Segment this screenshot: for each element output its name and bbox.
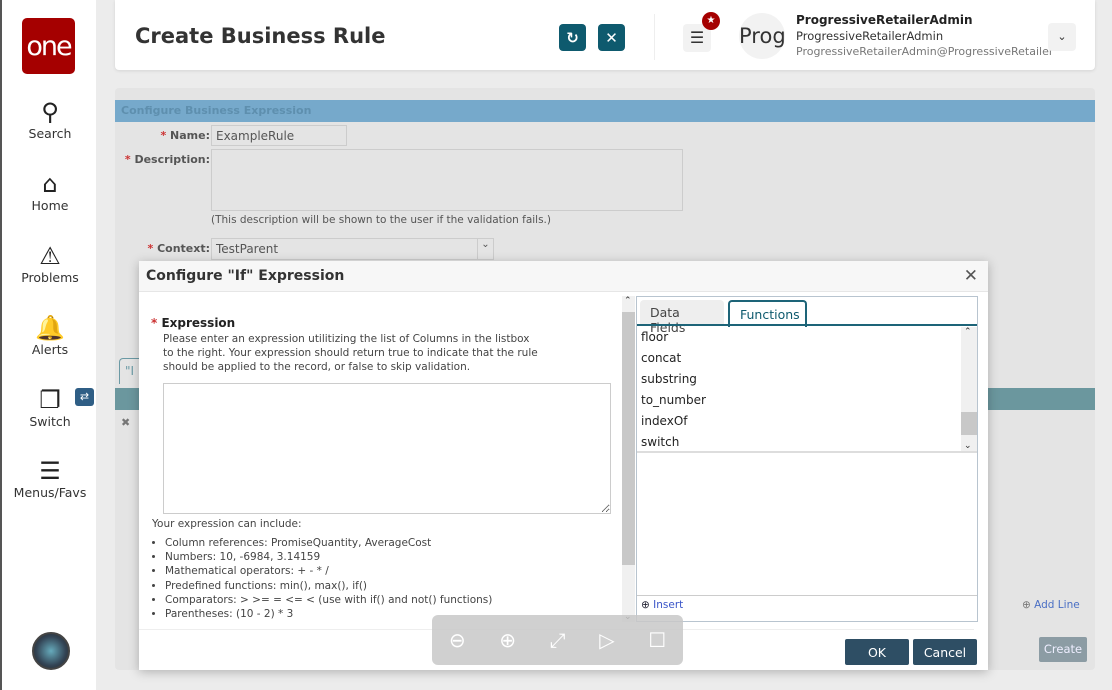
user-menu-dropdown[interactable]: ⌄ — [1048, 23, 1076, 51]
plus-circle-icon: ⊕ — [641, 599, 654, 611]
list-item[interactable]: substring — [641, 369, 697, 390]
close-button[interactable]: ✕ — [598, 24, 625, 51]
switch-badge-icon[interactable]: ⇄ — [75, 388, 94, 406]
name-label: * Name: — [160, 129, 210, 142]
insert-button[interactable]: ⊕ Insert — [641, 599, 683, 611]
sidebar-item-label: Alerts — [31, 342, 69, 357]
tab-if[interactable]: "I — [119, 358, 141, 384]
user-avatar-icon[interactable] — [32, 632, 70, 670]
tab-underline — [637, 324, 977, 326]
sidebar-item-label: Switch — [29, 414, 71, 429]
sidebar-item-menus[interactable]: ☰ Menus/Favs — [2, 457, 98, 500]
scrollbar-thumb[interactable] — [622, 312, 635, 565]
chevron-up-icon[interactable]: ⌃ — [624, 296, 632, 306]
refresh-button[interactable]: ↻ — [559, 24, 586, 51]
comment-icon[interactable]: ☐ — [648, 628, 666, 652]
expression-instructions: Please enter an expression utilitizing t… — [163, 333, 538, 373]
sidebar-item-alerts[interactable]: 🔔 Alerts — [2, 314, 98, 357]
search-icon: ⚲ — [41, 98, 59, 126]
list-item: Numbers: 10, -6984, 3.14159 — [165, 550, 492, 564]
description-label: * Description: — [124, 153, 210, 166]
list-item: Predefined functions: min(), max(), if() — [165, 579, 492, 593]
avatar-text: Prog — [739, 24, 785, 48]
sidebar-item-label: Search — [28, 126, 72, 141]
expression-label: * Expression — [151, 316, 236, 330]
zoom-out-icon[interactable]: ⊖ — [449, 628, 466, 652]
scrollbar-thumb[interactable] — [961, 412, 977, 435]
include-title: Your expression can include: — [152, 518, 302, 530]
header: Create Business Rule ↻ ✕ ☰ ★ Prog Progre… — [115, 0, 1095, 70]
sidebar-item-label: Home — [31, 198, 69, 213]
warning-icon: ⚠ — [39, 242, 61, 270]
bell-icon: 🔔 — [35, 314, 65, 342]
page-title: Create Business Rule — [135, 24, 386, 48]
zoom-in-icon[interactable]: ⊕ — [499, 628, 516, 652]
ok-button[interactable]: OK — [845, 639, 909, 665]
dialog-close-icon[interactable]: ✕ — [964, 266, 978, 286]
create-button[interactable]: Create — [1039, 637, 1087, 662]
divider — [654, 14, 655, 60]
menu-icon: ☰ — [689, 28, 705, 47]
list-item: Column references: PromiseQuantity, Aver… — [165, 536, 492, 550]
add-line-button[interactable]: ⊕ Add Line — [1022, 599, 1080, 611]
list-item: Mathematical operators: + - * / — [165, 564, 492, 578]
sidebar-item-label: Problems — [21, 270, 79, 285]
chevron-down-icon: ⌄ — [477, 239, 493, 259]
chevron-down-icon: ⌄ — [1057, 30, 1067, 43]
list-item[interactable]: concat — [641, 348, 681, 369]
sidebar: one ⚲ Search ⌂ Home ⚠ Problems 🔔 Alerts ❐ Swi… — [0, 0, 96, 690]
divider — [637, 595, 977, 596]
functions-scrollbar[interactable]: ⌃ ⌄ — [961, 327, 977, 451]
refresh-icon: ↻ — [566, 28, 579, 47]
cancel-button[interactable]: Cancel — [913, 639, 977, 665]
name-input[interactable]: ExampleRule — [211, 125, 347, 146]
user-name: ProgressiveRetailerAdmin — [796, 13, 973, 27]
list-item[interactable]: switch — [641, 432, 679, 451]
configure-if-dialog: Configure "If" Expression ✕ * Expression… — [139, 261, 988, 670]
tab-functions[interactable]: Functions — [728, 300, 807, 327]
description-hint: (This description will be shown to the u… — [211, 214, 551, 226]
fullscreen-icon[interactable]: ⤢ — [550, 628, 566, 652]
list-item[interactable]: indexOf — [641, 411, 688, 432]
chevron-down-icon[interactable]: ⌄ — [964, 441, 972, 451]
user-role: ProgressiveRetailerAdmin — [796, 29, 944, 43]
home-icon: ⌂ — [42, 170, 58, 198]
list-item[interactable]: to_number — [641, 390, 706, 411]
left-pane-scrollbar[interactable]: ⌃ ⌄ — [622, 296, 635, 622]
expression-textarea[interactable] — [163, 383, 611, 514]
delete-row-icon[interactable]: ✖ — [121, 416, 130, 429]
tab-data-fields[interactable]: Data Fields — [640, 300, 724, 335]
sidebar-item-search[interactable]: ⚲ Search — [2, 98, 98, 141]
viewer-toolbar: ⊖ ⊕ ⤢ ▷ ☐ — [432, 615, 683, 665]
columns-panel: Data Fields Functions floor concat subst… — [636, 296, 978, 622]
logo[interactable]: one — [22, 18, 75, 74]
close-icon: ✕ — [605, 28, 618, 47]
sidebar-item-home[interactable]: ⌂ Home — [2, 170, 98, 213]
sidebar-item-label: Menus/Favs — [13, 485, 87, 500]
presentation-icon[interactable]: ▷ — [599, 628, 614, 652]
list-item[interactable]: floor — [641, 327, 668, 348]
include-list: Column references: PromiseQuantity, Aver… — [151, 536, 492, 621]
context-select[interactable]: TestParent ⌄ — [211, 238, 494, 260]
description-textarea[interactable] — [211, 149, 683, 211]
section-title: Configure Business Expression — [115, 100, 1095, 122]
chevron-up-icon[interactable]: ⌃ — [964, 327, 972, 337]
dialog-title: Configure "If" Expression — [139, 261, 988, 292]
star-icon: ★ — [702, 12, 720, 30]
sidebar-item-problems[interactable]: ⚠ Problems — [2, 242, 98, 285]
avatar[interactable]: Prog — [739, 13, 785, 59]
menu-icon: ☰ — [39, 457, 61, 485]
functions-list: floor concat substring to_number indexOf… — [637, 327, 977, 453]
context-label: * Context: — [147, 242, 210, 255]
user-email: ProgressiveRetailerAdmin@ProgressiveReta… — [796, 45, 1054, 58]
list-item: Comparators: > >= = <= < (use with if() … — [165, 593, 492, 607]
